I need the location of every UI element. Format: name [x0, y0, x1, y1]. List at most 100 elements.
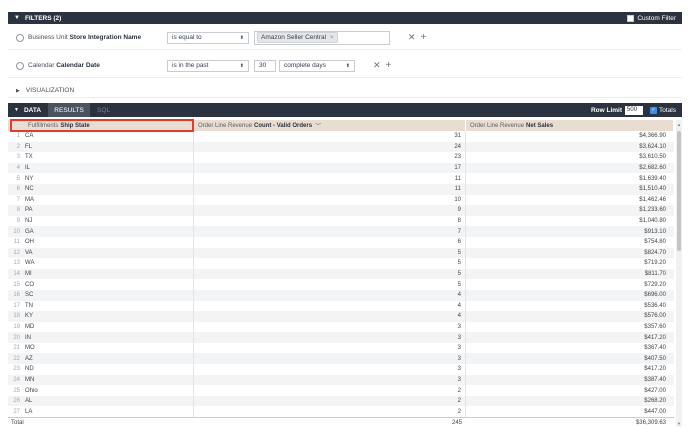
- ship-state-cell: CO: [23, 279, 194, 290]
- custom-filter-toggle[interactable]: Custom Filter: [627, 14, 676, 22]
- net-sales-cell: $2,682.60: [639, 165, 666, 172]
- scroll-up-icon[interactable]: ▲: [677, 122, 681, 127]
- valid-orders-cell: 6: [194, 236, 466, 248]
- valid-orders-cell: 11: [194, 173, 466, 184]
- valid-orders-cell: 10: [194, 194, 466, 206]
- table-row: 17 TN 4 $536.40: [8, 300, 674, 312]
- row-number: 1: [16, 133, 20, 140]
- caret-down-icon[interactable]: ▼: [14, 15, 20, 21]
- custom-filter-checkbox[interactable]: [627, 14, 635, 22]
- ship-state-cell: MI: [23, 268, 194, 280]
- ship-state-cell: PA: [23, 205, 194, 216]
- table-row: 12 VA 5 $824.70: [8, 247, 674, 259]
- column-header-count-valid-orders[interactable]: Order Line Revenue Count - Valid Orders …: [194, 120, 466, 131]
- table-row: 23 ND 3 $417.20: [8, 364, 674, 375]
- filter-label: Business Unit Store Integration Name: [28, 34, 167, 41]
- net-sales-cell: $811.70: [644, 271, 666, 278]
- filter-row-calendar-date: Calendar Calendar Date is in the past ⬍ …: [8, 54, 682, 78]
- add-filter-icon[interactable]: +: [386, 60, 392, 71]
- net-sales-cell: $3,610.50: [639, 154, 666, 161]
- valid-orders-cell: 5: [194, 247, 466, 259]
- ship-state-cell: ND: [23, 364, 194, 375]
- tab-results[interactable]: RESULTS: [48, 103, 91, 117]
- row-number: 13: [13, 260, 20, 267]
- tag-remove-icon[interactable]: ×: [330, 34, 334, 41]
- filter-view-name: Business Unit: [28, 34, 68, 41]
- scroll-down-icon[interactable]: ▼: [677, 421, 681, 426]
- period-value-input[interactable]: 30: [254, 59, 276, 72]
- net-sales-cell: $1,233.60: [639, 207, 666, 214]
- net-sales-cell: $427.00: [644, 387, 666, 394]
- filter-field-name: Calendar Date: [56, 62, 100, 69]
- ship-state-cell: TX: [23, 152, 194, 163]
- tab-sql[interactable]: SQL: [90, 103, 117, 117]
- data-header: ▼ DATA RESULTS SQL Row Limit 500 ✓ Total…: [8, 103, 682, 117]
- table-row: 24 MN 3 $387.40: [8, 374, 674, 386]
- select-arrows-icon: ⬍: [239, 62, 244, 69]
- filters-header[interactable]: ▼ FILTERS (2) Custom Filter: [8, 12, 682, 24]
- row-number: 2: [16, 143, 20, 150]
- valid-orders-cell: 2: [194, 385, 466, 396]
- ship-state-cell: NC: [23, 183, 194, 195]
- valid-orders-cell: 3: [194, 332, 466, 343]
- net-sales-cell: $357.60: [644, 323, 666, 330]
- net-sales-cell: $754.80: [644, 239, 666, 246]
- row-number: 24: [13, 376, 20, 383]
- net-sales-cell: $729.20: [644, 281, 666, 288]
- table-header-row: Fulfillments Ship State Order Line Reven…: [8, 119, 674, 132]
- table-row: 15 CO 5 $729.20: [8, 279, 674, 290]
- valid-orders-cell: 24: [194, 141, 466, 153]
- sort-desc-icon[interactable]: ﹀: [315, 121, 321, 130]
- ship-state-cell: LA: [23, 406, 194, 418]
- ship-state-cell: AZ: [23, 353, 194, 365]
- table-row: 25 Ohio 2 $427.00: [8, 385, 674, 396]
- row-number: 8: [16, 207, 20, 214]
- period-value: 30: [259, 62, 267, 69]
- caret-down-icon[interactable]: ▼: [14, 107, 19, 113]
- visualization-header[interactable]: ▶ VISUALIZATION: [8, 84, 682, 98]
- valid-orders-cell: 17: [194, 162, 466, 174]
- ship-state-cell: CA: [23, 131, 194, 142]
- ship-state-cell: IN: [23, 332, 194, 343]
- ship-state-cell: SC: [23, 289, 194, 301]
- operator-select[interactable]: is in the past ⬍: [167, 59, 249, 72]
- table-row: 9 NJ 8 $1,040.80: [8, 215, 674, 227]
- column-header-net-sales[interactable]: Order Line Revenue Net Sales: [466, 120, 674, 131]
- net-sales-cell: $417.20: [644, 366, 666, 373]
- column-field-name: Net Sales: [526, 122, 554, 129]
- totals-checkbox[interactable]: ✓: [650, 106, 658, 114]
- caret-right-icon[interactable]: ▶: [16, 88, 20, 94]
- ship-state-cell: FL: [23, 141, 194, 153]
- filter-field-name: Store Integration Name: [69, 34, 142, 41]
- totals-toggle[interactable]: ✓ Totals: [650, 106, 676, 114]
- period-unit-select[interactable]: complete days ⬍: [279, 59, 355, 72]
- filters-title: FILTERS (2): [24, 14, 62, 22]
- gear-icon[interactable]: [16, 61, 24, 70]
- net-sales-cell: $407.50: [644, 355, 666, 362]
- net-sales-cell: $417.20: [644, 334, 666, 341]
- row-number: 25: [13, 387, 20, 394]
- net-sales-cell: $367.40: [644, 345, 666, 352]
- gear-icon[interactable]: [16, 33, 24, 42]
- scrollbar-thumb[interactable]: [677, 131, 681, 251]
- operator-select[interactable]: is equal to ⬍: [167, 31, 249, 44]
- net-sales-cell: $447.00: [644, 408, 666, 415]
- table-row: 4 IL 17 $2,682.60: [8, 162, 674, 174]
- ship-state-cell: IL: [23, 162, 194, 174]
- custom-filter-label: Custom Filter: [637, 14, 676, 22]
- data-section-toggle[interactable]: ▼ DATA: [8, 103, 48, 117]
- table-row: 3 TX 23 $3,610.50: [8, 152, 674, 163]
- remove-filter-icon[interactable]: ✕: [408, 33, 416, 42]
- table-row: 2 FL 24 $3,624.10: [8, 141, 674, 153]
- row-number: 26: [13, 398, 20, 405]
- valid-orders-cell: 3: [194, 374, 466, 386]
- row-number: 21: [13, 345, 20, 352]
- add-filter-icon[interactable]: +: [421, 32, 427, 43]
- remove-filter-icon[interactable]: ✕: [373, 61, 381, 70]
- net-sales-cell: $913.10: [644, 228, 666, 235]
- value-tag-input[interactable]: Amazon Seller Central ×: [254, 30, 390, 45]
- totals-label: Totals: [659, 106, 676, 114]
- ship-state-cell: TN: [23, 300, 194, 312]
- net-sales-cell: $3,624.10: [639, 143, 666, 150]
- row-limit-input[interactable]: 500: [625, 105, 644, 115]
